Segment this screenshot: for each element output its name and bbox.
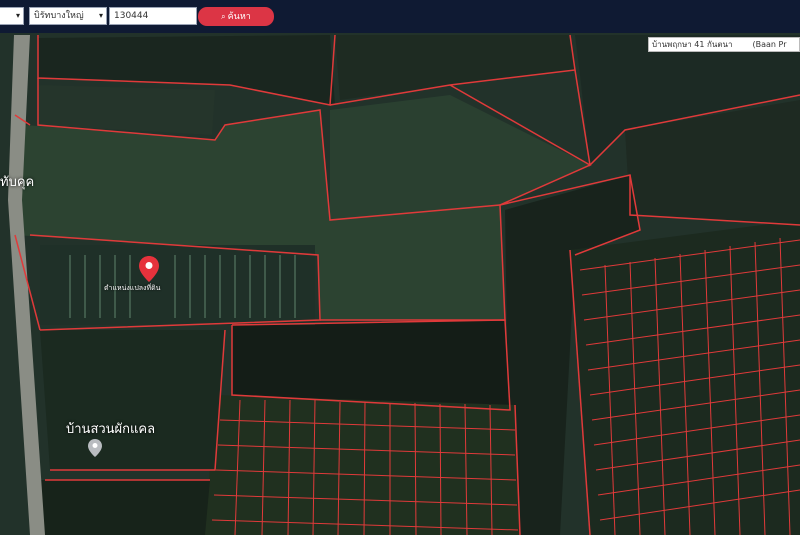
- district-select[interactable]: ▾: [0, 7, 24, 25]
- subdistrict-select[interactable]: บิรัทบางใหญ่ ▾: [29, 7, 107, 25]
- map-pin-icon[interactable]: [138, 255, 160, 283]
- location-search-result[interactable]: บ้านพฤกษา 41 กันตนา (Baan Pr: [648, 37, 800, 52]
- field: [40, 330, 225, 470]
- top-toolbar: ▾ บิรัทบางใหญ่ ▾ 130444 ⌕ ค้นหา: [0, 0, 800, 33]
- parcel-number-value: 130444: [114, 11, 149, 21]
- search-button[interactable]: ⌕ ค้นหา: [198, 7, 274, 26]
- location-result-english: (Baan Pr: [752, 40, 787, 49]
- field: [40, 480, 210, 535]
- road-label: ทับคุค: [0, 175, 35, 190]
- orchard-area: [205, 395, 520, 535]
- farm-plot: [40, 245, 315, 325]
- parcel-number-input[interactable]: 130444: [109, 7, 197, 25]
- subdistrict-select-value: บิรัทบางใหญ่: [34, 11, 84, 21]
- place-label: บ้านสวนผักแคล: [66, 422, 156, 437]
- place-marker-icon[interactable]: [87, 438, 103, 458]
- search-button-label: ค้นหา: [227, 12, 251, 22]
- location-result-thai: บ้านพฤกษา 41 กันตนา: [652, 40, 733, 49]
- search-icon: ⌕: [221, 12, 226, 21]
- chevron-down-icon: ▾: [98, 11, 103, 20]
- chevron-down-icon: ▾: [15, 11, 20, 20]
- orchard-area: [570, 220, 800, 535]
- pin-label: ตำแหน่งแปลงที่ดิน: [104, 284, 161, 292]
